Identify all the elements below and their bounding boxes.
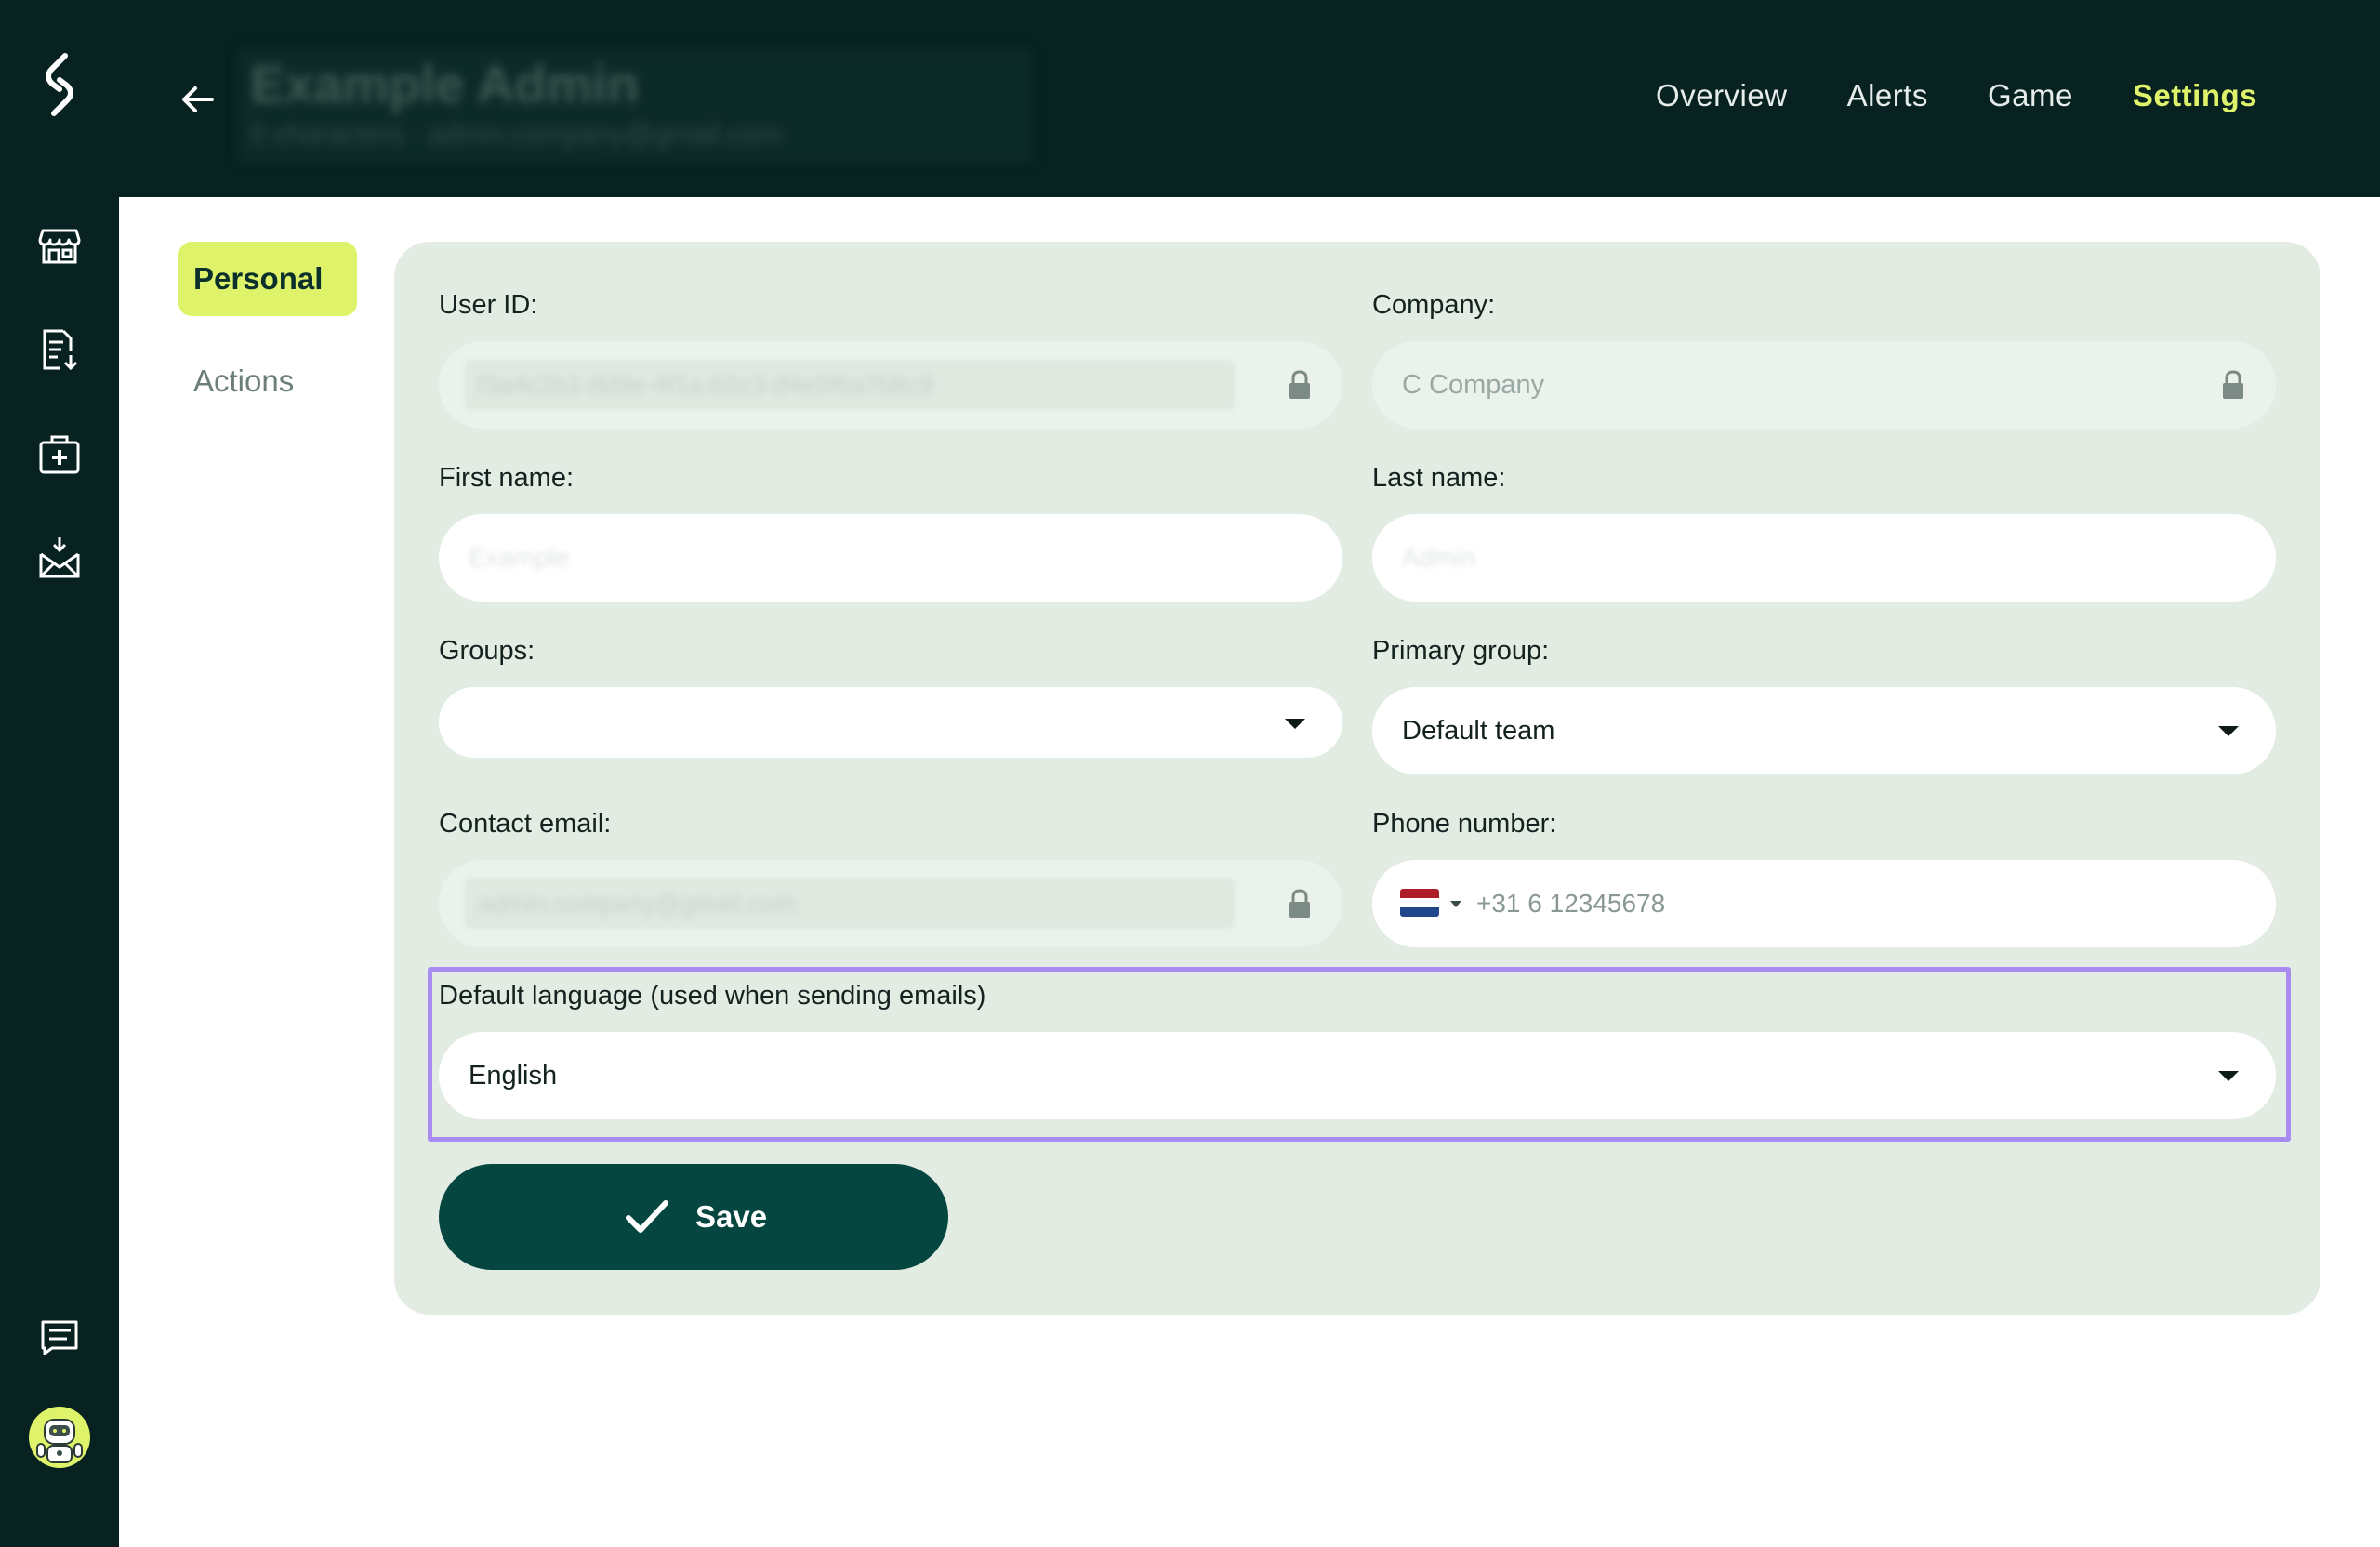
store-icon[interactable]: [35, 221, 84, 270]
nav-alerts[interactable]: Alerts: [1847, 78, 1928, 113]
contact-email-value-blurred: admin.company@gmail.com: [465, 879, 1235, 929]
user-id-label: User ID:: [439, 290, 538, 320]
nav-overview[interactable]: Overview: [1656, 78, 1788, 113]
user-id-value-blurred: f3a4c2b1-8d9e-4f1a-b2c3-d4e5f6a7b8c9: [465, 360, 1235, 410]
checkmark-icon: [626, 1200, 668, 1233]
phone-number-input[interactable]: +31 6 12345678: [1372, 860, 2276, 947]
primary-group-select[interactable]: Default team: [1372, 687, 2276, 774]
chevron-down-icon: [2218, 1071, 2239, 1081]
first-name-label: First name:: [439, 463, 575, 493]
primary-group-value: Default team: [1402, 716, 1555, 746]
company-value: C Company: [1402, 370, 1545, 400]
left-rail: [0, 0, 119, 1547]
nav-game[interactable]: Game: [1988, 78, 2073, 113]
top-header: Example Admin 6 characters · admin.compa…: [119, 0, 2380, 197]
mail-inbox-icon[interactable]: [35, 534, 84, 582]
first-name-input[interactable]: Example: [439, 514, 1342, 602]
user-identity-blurred: Example Admin 6 characters · admin.compa…: [237, 48, 1033, 164]
user-id-field: f3a4c2b1-8d9e-4f1a-b2c3-d4e5f6a7b8c9: [439, 341, 1342, 429]
first-aid-kit-icon[interactable]: [35, 430, 84, 478]
robot-avatar-icon: [36, 1419, 83, 1463]
submenu-personal[interactable]: Personal: [178, 242, 357, 316]
last-name-label: Last name:: [1372, 463, 1506, 493]
document-download-icon[interactable]: [35, 325, 84, 374]
chat-message-icon[interactable]: [35, 1313, 84, 1361]
user-name: Example Admin: [250, 55, 640, 113]
default-language-value: English: [469, 1061, 558, 1091]
groups-label: Groups:: [439, 636, 536, 666]
submenu-actions[interactable]: Actions: [193, 364, 294, 399]
contact-email-field: admin.company@gmail.com: [439, 860, 1342, 947]
lock-icon: [2223, 370, 2243, 399]
chevron-down-icon: [2218, 726, 2239, 736]
back-arrow-icon[interactable]: [175, 76, 221, 123]
chevron-down-icon: [1285, 719, 1305, 729]
lock-icon: [1289, 889, 1310, 918]
company-label: Company:: [1372, 290, 1496, 320]
top-navigation: Overview Alerts Game Settings: [1656, 78, 2257, 113]
default-language-select[interactable]: English: [439, 1032, 2276, 1119]
save-label: Save: [695, 1199, 768, 1234]
country-chevron-down-icon[interactable]: [1450, 901, 1461, 907]
primary-group-label: Primary group:: [1372, 636, 1550, 666]
user-avatar[interactable]: [29, 1407, 90, 1468]
first-name-value-blurred: Example: [469, 543, 570, 572]
contact-email-label: Contact email:: [439, 809, 612, 839]
user-subtitle: 6 characters · admin.company@gmail.com: [250, 119, 781, 150]
groups-select[interactable]: [439, 687, 1342, 758]
phone-placeholder: +31 6 12345678: [1476, 889, 1666, 918]
brand-logo-icon[interactable]: [33, 52, 86, 117]
last-name-input[interactable]: Admin: [1372, 514, 2276, 602]
phone-number-label: Phone number:: [1372, 809, 1557, 839]
nav-settings[interactable]: Settings: [2133, 78, 2257, 113]
default-language-label: Default language (used when sending emai…: [439, 981, 986, 1011]
save-button[interactable]: Save: [439, 1164, 948, 1270]
last-name-value-blurred: Admin: [1402, 543, 1476, 572]
company-field: C Company: [1372, 341, 2276, 429]
lock-icon: [1289, 370, 1310, 399]
netherlands-flag-icon[interactable]: [1400, 889, 1439, 917]
